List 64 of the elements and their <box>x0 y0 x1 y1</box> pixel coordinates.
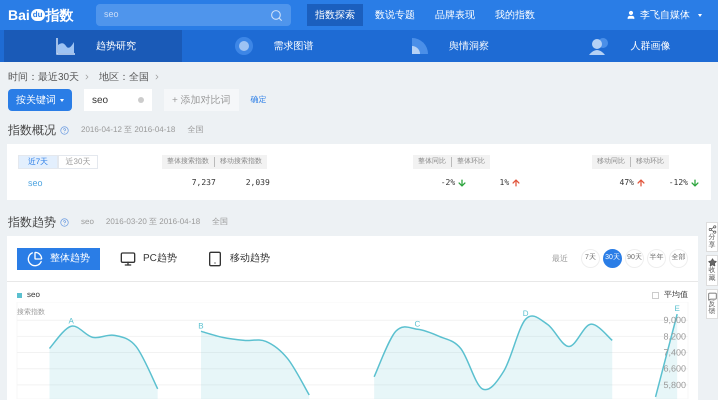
caret-icon <box>60 98 64 102</box>
message-icon <box>708 292 716 301</box>
nav-tab[interactable]: 品牌表现 <box>427 4 483 26</box>
point-label: E <box>674 304 680 314</box>
tablet-icon <box>206 250 223 266</box>
period-tab[interactable]: 近30天 <box>58 155 98 169</box>
recent-label: 最近 <box>552 252 568 264</box>
search-icon[interactable] <box>270 8 283 22</box>
nav-tab[interactable]: 数说专题 <box>367 4 423 26</box>
logo: Bai du 指数 <box>8 6 75 24</box>
section-title: 指数概况 <box>8 122 56 139</box>
pie-chart-icon <box>27 250 43 266</box>
help-icon[interactable] <box>60 218 69 226</box>
legend-swatch <box>17 292 22 298</box>
metric-value: 2,039 <box>246 177 270 189</box>
user-name[interactable]: 李飞自媒体 <box>640 8 690 22</box>
average-label: 平均值 <box>664 289 688 301</box>
mode-button[interactable]: 按关键词 <box>8 89 72 111</box>
section-title: 指数趋势 <box>8 214 56 231</box>
help-icon[interactable] <box>60 126 69 134</box>
point-label: A <box>68 316 74 326</box>
region-label: 全国 <box>187 124 204 136</box>
metric-value: 7,237 <box>192 177 216 189</box>
star-icon <box>708 258 716 268</box>
legend-label[interactable]: seo <box>27 289 40 301</box>
keyword-label: seo <box>81 216 94 228</box>
confirm-link[interactable]: 确定 <box>250 94 267 106</box>
period-tab[interactable]: 近7天 <box>18 155 58 169</box>
trend-tab[interactable]: 整体趋势 <box>17 248 100 270</box>
add-compare-button[interactable]: + 添加对比词 <box>164 89 239 111</box>
section-tab[interactable]: 人群画像 <box>536 30 714 62</box>
user-icon <box>626 10 636 20</box>
point-label: C <box>414 319 420 328</box>
y-tick-label: 5,800 <box>663 380 686 390</box>
metric-value: 1% <box>500 177 510 189</box>
date-range: 2016-03-20 至 2016-04-18 <box>106 216 200 228</box>
people-icon <box>588 37 610 55</box>
share-icon <box>708 225 716 234</box>
metric-value: -12% <box>668 177 688 189</box>
metric-value: -2% <box>440 177 456 189</box>
signal-icon <box>411 37 429 55</box>
trend-tab[interactable]: PC趋势 <box>110 248 187 270</box>
keyword-link[interactable]: seo <box>28 177 132 190</box>
filter-label[interactable]: 时间：最近30天 <box>8 70 80 84</box>
nav-tab[interactable]: 我的指数 <box>487 4 543 26</box>
area-chart-icon <box>56 37 76 55</box>
monitor-icon <box>120 250 136 266</box>
target-icon <box>234 36 254 56</box>
keyword-field[interactable]: seo <box>84 89 152 111</box>
average-checkbox[interactable] <box>652 292 659 298</box>
section-tab[interactable]: 趋势研究 <box>4 30 182 62</box>
region-label: 全国 <box>212 216 228 228</box>
nav-tab[interactable]: 指数探索 <box>307 4 363 26</box>
y-tick-label: 6,600 <box>663 364 686 374</box>
section-tab[interactable]: 需求图谱 <box>182 30 359 62</box>
metric-value: 47% <box>620 177 634 189</box>
trend-tab[interactable]: 移动趋势 <box>196 248 280 270</box>
point-label: D <box>522 309 529 318</box>
filter-label[interactable]: 地区：全国 <box>99 70 150 84</box>
point-label: B <box>198 321 204 330</box>
clear-icon[interactable] <box>138 97 144 103</box>
section-tab[interactable]: 舆情洞察 <box>359 30 536 62</box>
date-range: 2016-04-12 至 2016-04-18 <box>81 124 176 136</box>
caret-icon <box>698 14 702 16</box>
